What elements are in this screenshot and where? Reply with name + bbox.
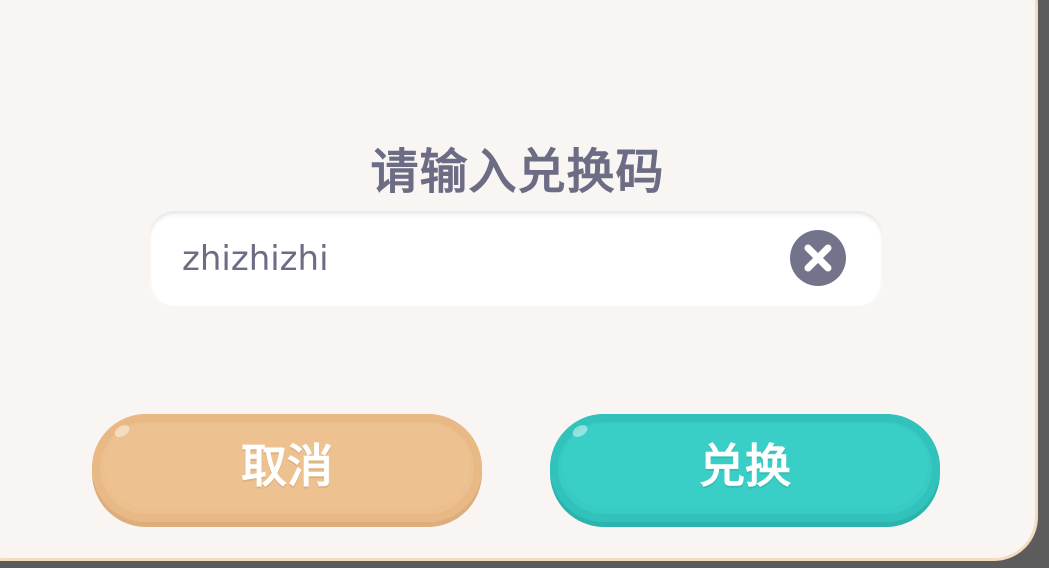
cancel-button-label: 取消 [241, 439, 333, 493]
redeem-code-input[interactable] [180, 238, 784, 280]
redeem-button[interactable]: 兑换 [550, 414, 940, 522]
redeem-code-input-container[interactable] [149, 211, 883, 305]
cancel-button[interactable]: 取消 [92, 414, 482, 522]
clear-input-button[interactable] [790, 230, 846, 286]
close-circle-icon [804, 244, 832, 272]
redeem-button-label: 兑换 [699, 439, 791, 493]
dialog-title: 请输入兑换码 [370, 144, 665, 200]
